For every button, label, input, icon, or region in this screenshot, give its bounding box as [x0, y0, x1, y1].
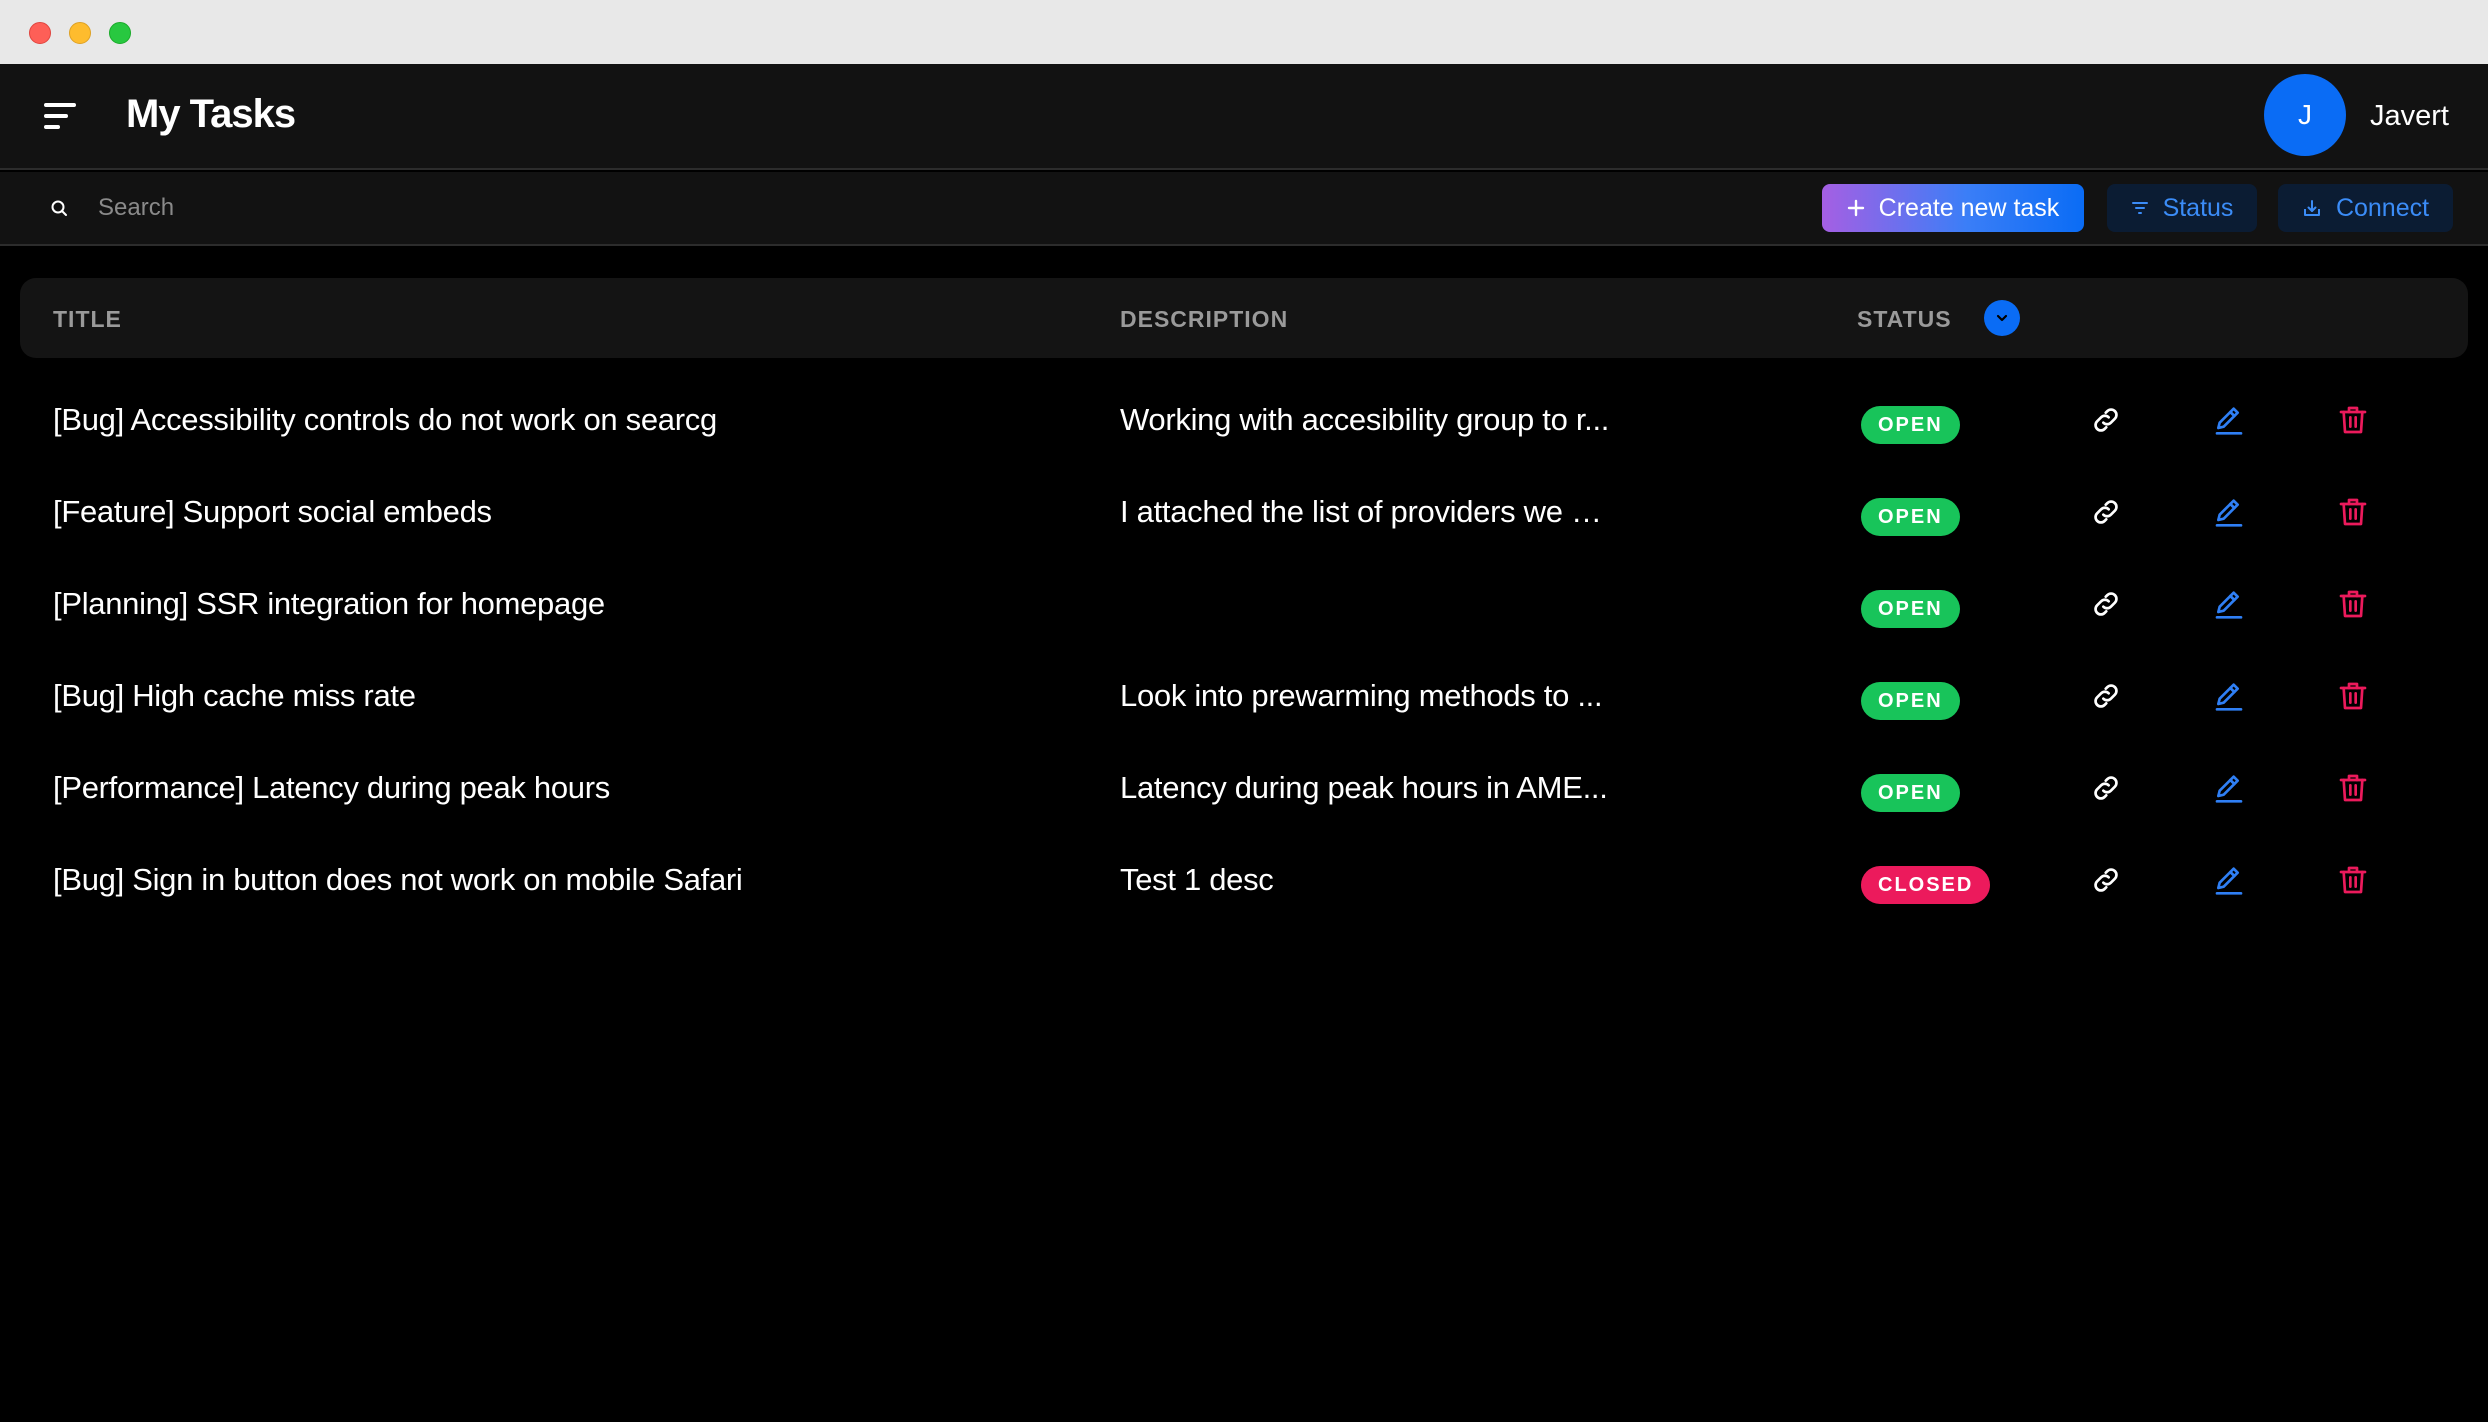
task-title[interactable]: [Bug] High cache miss rate — [53, 678, 416, 714]
close-window-button[interactable] — [29, 22, 51, 44]
table-header: TITLE DESCRIPTION STATUS — [20, 278, 2468, 358]
page-title: My Tasks — [126, 92, 296, 136]
search-input[interactable] — [98, 186, 1098, 230]
table-row[interactable]: [Planning] SSR integration for homepage … — [0, 560, 2488, 652]
edit-icon[interactable] — [2209, 768, 2249, 808]
edit-icon[interactable] — [2209, 860, 2249, 900]
link-icon[interactable] — [2086, 676, 2126, 716]
table-row[interactable]: [Bug] Sign in button does not work on mo… — [0, 836, 2488, 928]
link-icon[interactable] — [2086, 492, 2126, 532]
app-header: My Tasks J Javert — [0, 64, 2488, 170]
task-title[interactable]: [Planning] SSR integration for homepage — [53, 586, 605, 622]
trash-icon[interactable] — [2333, 860, 2373, 900]
task-title[interactable]: [Bug] Sign in button does not work on mo… — [53, 862, 743, 898]
plus-icon — [1847, 199, 1864, 217]
status-badge: OPEN — [1861, 498, 1960, 536]
status-badge: OPEN — [1861, 590, 1960, 628]
table-row[interactable]: [Performance] Latency during peak hours … — [0, 744, 2488, 836]
trash-icon[interactable] — [2333, 768, 2373, 808]
download-icon — [2303, 200, 2320, 216]
edit-icon[interactable] — [2209, 584, 2249, 624]
minimize-window-button[interactable] — [69, 22, 91, 44]
connect-button[interactable]: Connect — [2278, 184, 2453, 232]
link-icon[interactable] — [2086, 584, 2126, 624]
task-description: Look into prewarming methods to ... — [1120, 678, 1603, 713]
status-badge: CLOSED — [1861, 866, 1991, 904]
task-title[interactable]: [Bug] Accessibility controls do not work… — [53, 402, 717, 438]
connect-label: Connect — [2335, 193, 2430, 222]
create-task-button[interactable]: Create new task — [1822, 184, 2084, 232]
app-window: My Tasks J Javert Create new task Status — [0, 0, 2488, 1422]
edit-icon[interactable] — [2209, 676, 2249, 716]
status-filter-label: Status — [2162, 193, 2234, 222]
task-description: Working with accesibility group to r... — [1120, 402, 1610, 437]
menu-icon[interactable] — [40, 100, 80, 134]
avatar[interactable]: J — [2264, 74, 2346, 156]
trash-icon[interactable] — [2333, 492, 2373, 532]
create-task-label: Create new task — [1878, 193, 2060, 222]
search-icon — [51, 200, 67, 216]
trash-icon[interactable] — [2333, 584, 2373, 624]
status-filter-button[interactable]: Status — [2107, 184, 2257, 232]
user-name[interactable]: Javert — [2370, 100, 2449, 133]
table-row[interactable]: [Bug] Accessibility controls do not work… — [0, 376, 2488, 468]
status-badge: OPEN — [1861, 682, 1960, 720]
trash-icon[interactable] — [2333, 676, 2373, 716]
edit-icon[interactable] — [2209, 400, 2249, 440]
column-header-status[interactable]: STATUS — [1857, 306, 1952, 333]
task-description: I attached the list of providers we w... — [1120, 494, 1610, 529]
filter-icon — [2131, 202, 2148, 214]
column-header-title[interactable]: TITLE — [53, 306, 122, 333]
task-list: [Bug] Accessibility controls do not work… — [0, 376, 2488, 928]
link-icon[interactable] — [2086, 860, 2126, 900]
maximize-window-button[interactable] — [109, 22, 131, 44]
task-title[interactable]: [Performance] Latency during peak hours — [53, 770, 610, 806]
toolbar: Create new task Status Connect — [0, 172, 2488, 246]
table-row[interactable]: [Feature] Support social embeds I attach… — [0, 468, 2488, 560]
column-header-description[interactable]: DESCRIPTION — [1120, 306, 1288, 333]
link-icon[interactable] — [2086, 768, 2126, 808]
task-title[interactable]: [Feature] Support social embeds — [53, 494, 492, 530]
edit-icon[interactable] — [2209, 492, 2249, 532]
link-icon[interactable] — [2086, 400, 2126, 440]
table-row[interactable]: [Bug] High cache miss rate Look into pre… — [0, 652, 2488, 744]
window-titlebar — [0, 0, 2488, 64]
task-description: Test 1 desc — [1120, 862, 1274, 897]
status-badge: OPEN — [1861, 774, 1960, 812]
chevron-down-icon[interactable] — [1984, 300, 2020, 336]
trash-icon[interactable] — [2333, 400, 2373, 440]
status-badge: OPEN — [1861, 406, 1960, 444]
task-description: Latency during peak hours in AME... — [1120, 770, 1608, 805]
